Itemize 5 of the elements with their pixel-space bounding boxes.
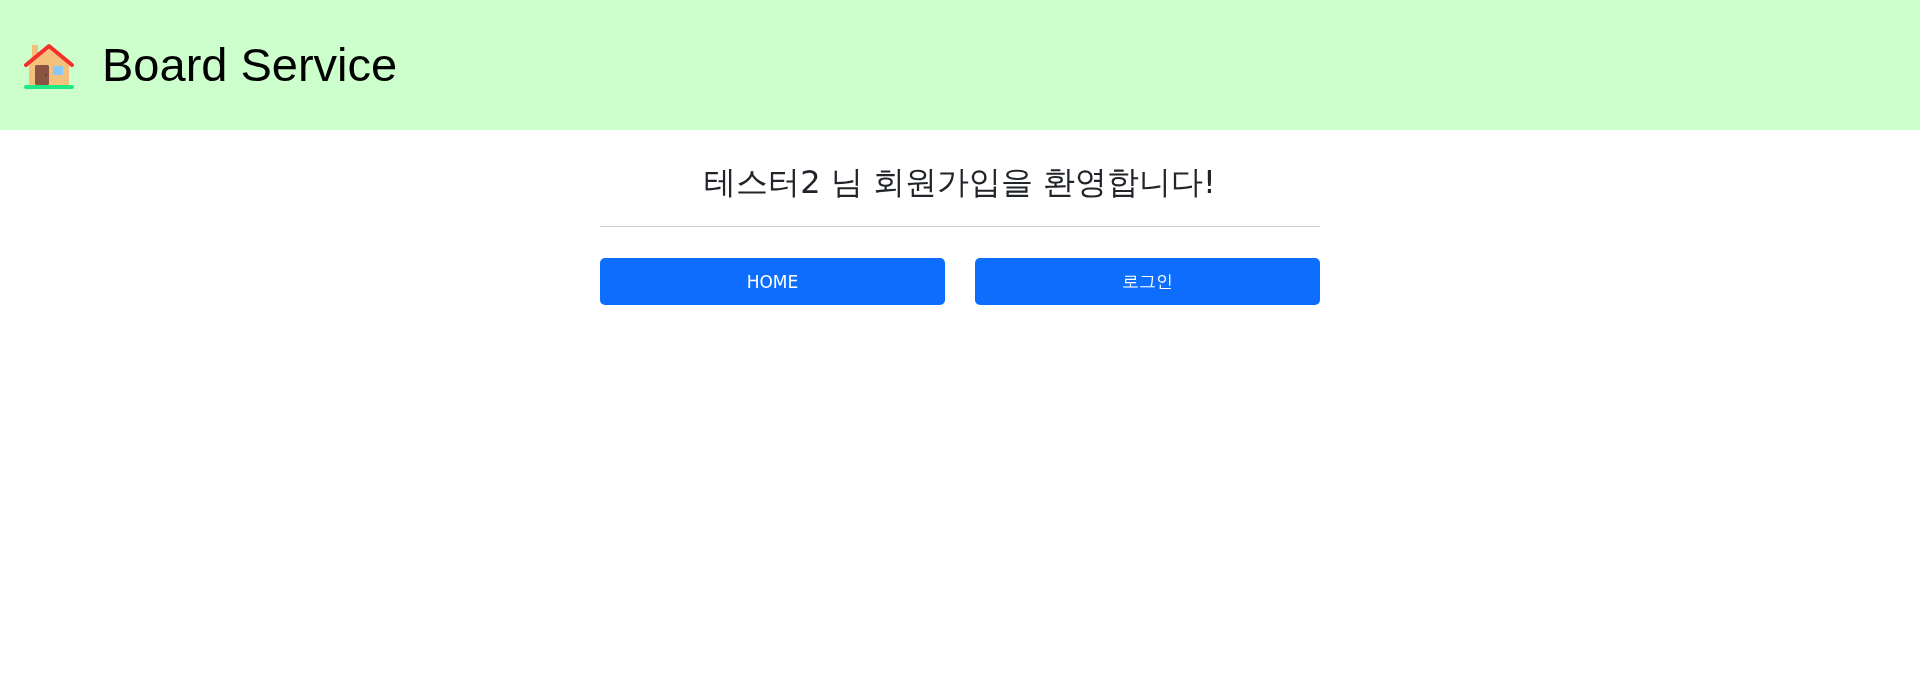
- site-title: Board Service: [102, 39, 398, 91]
- login-button[interactable]: 로그인: [975, 258, 1320, 305]
- home-button[interactable]: HOME: [600, 258, 945, 305]
- house-icon: [24, 43, 74, 89]
- welcome-message: 테스터2 님 회원가입을 환영합니다!: [703, 162, 1217, 202]
